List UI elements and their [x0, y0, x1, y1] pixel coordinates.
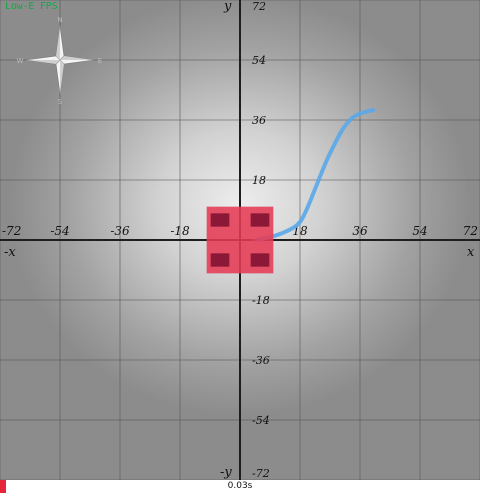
y-axis-label: y [223, 0, 232, 14]
elapsed-time: 0.03s [227, 481, 253, 491]
x-tick-label: 36 [352, 224, 368, 238]
x-tick-label: -18 [170, 224, 190, 238]
robot-wheel [210, 213, 230, 227]
y-tick-label: 72 [252, 0, 266, 13]
y-tick-label: 18 [252, 174, 266, 187]
robot-wheel [250, 213, 270, 227]
path-trace [254, 108, 376, 242]
y-tick-label: 36 [252, 114, 266, 127]
neg-x-axis-label: -x [4, 245, 16, 260]
y-tick-label: -54 [252, 414, 270, 427]
y-tick-label: -72 [252, 467, 270, 480]
compass-rose-icon: N E S W [17, 16, 103, 106]
x-tick-label: -36 [110, 224, 130, 238]
neg-y-axis-label: -y [220, 465, 232, 480]
playback-bar[interactable]: 0.03s [0, 480, 480, 493]
compass-south-label: S [58, 98, 63, 106]
y-tick-label: -18 [252, 294, 270, 307]
x-axis-label: x [467, 245, 475, 260]
y-tick-label: 54 [252, 54, 266, 67]
compass-north-label: N [57, 16, 62, 24]
field-canvas: -72 -54 -36 -18 18 36 54 72 72 54 36 18 -18 -36 -54 -72… [0, 0, 480, 480]
robot-wheel [210, 253, 230, 267]
robot [206, 206, 274, 274]
x-tick-label: 72 [463, 224, 478, 238]
compass-west-label: W [17, 57, 24, 65]
path-trace-line [254, 108, 376, 242]
robot-wheel [250, 253, 270, 267]
fps-counter: Low-E FPS [5, 1, 58, 12]
x-tick-label: 54 [412, 224, 427, 238]
compass-east-label: E [98, 57, 102, 65]
x-tick-label: -72 [2, 224, 21, 238]
x-tick-label: -54 [50, 224, 69, 238]
y-tick-label: -36 [252, 354, 270, 367]
